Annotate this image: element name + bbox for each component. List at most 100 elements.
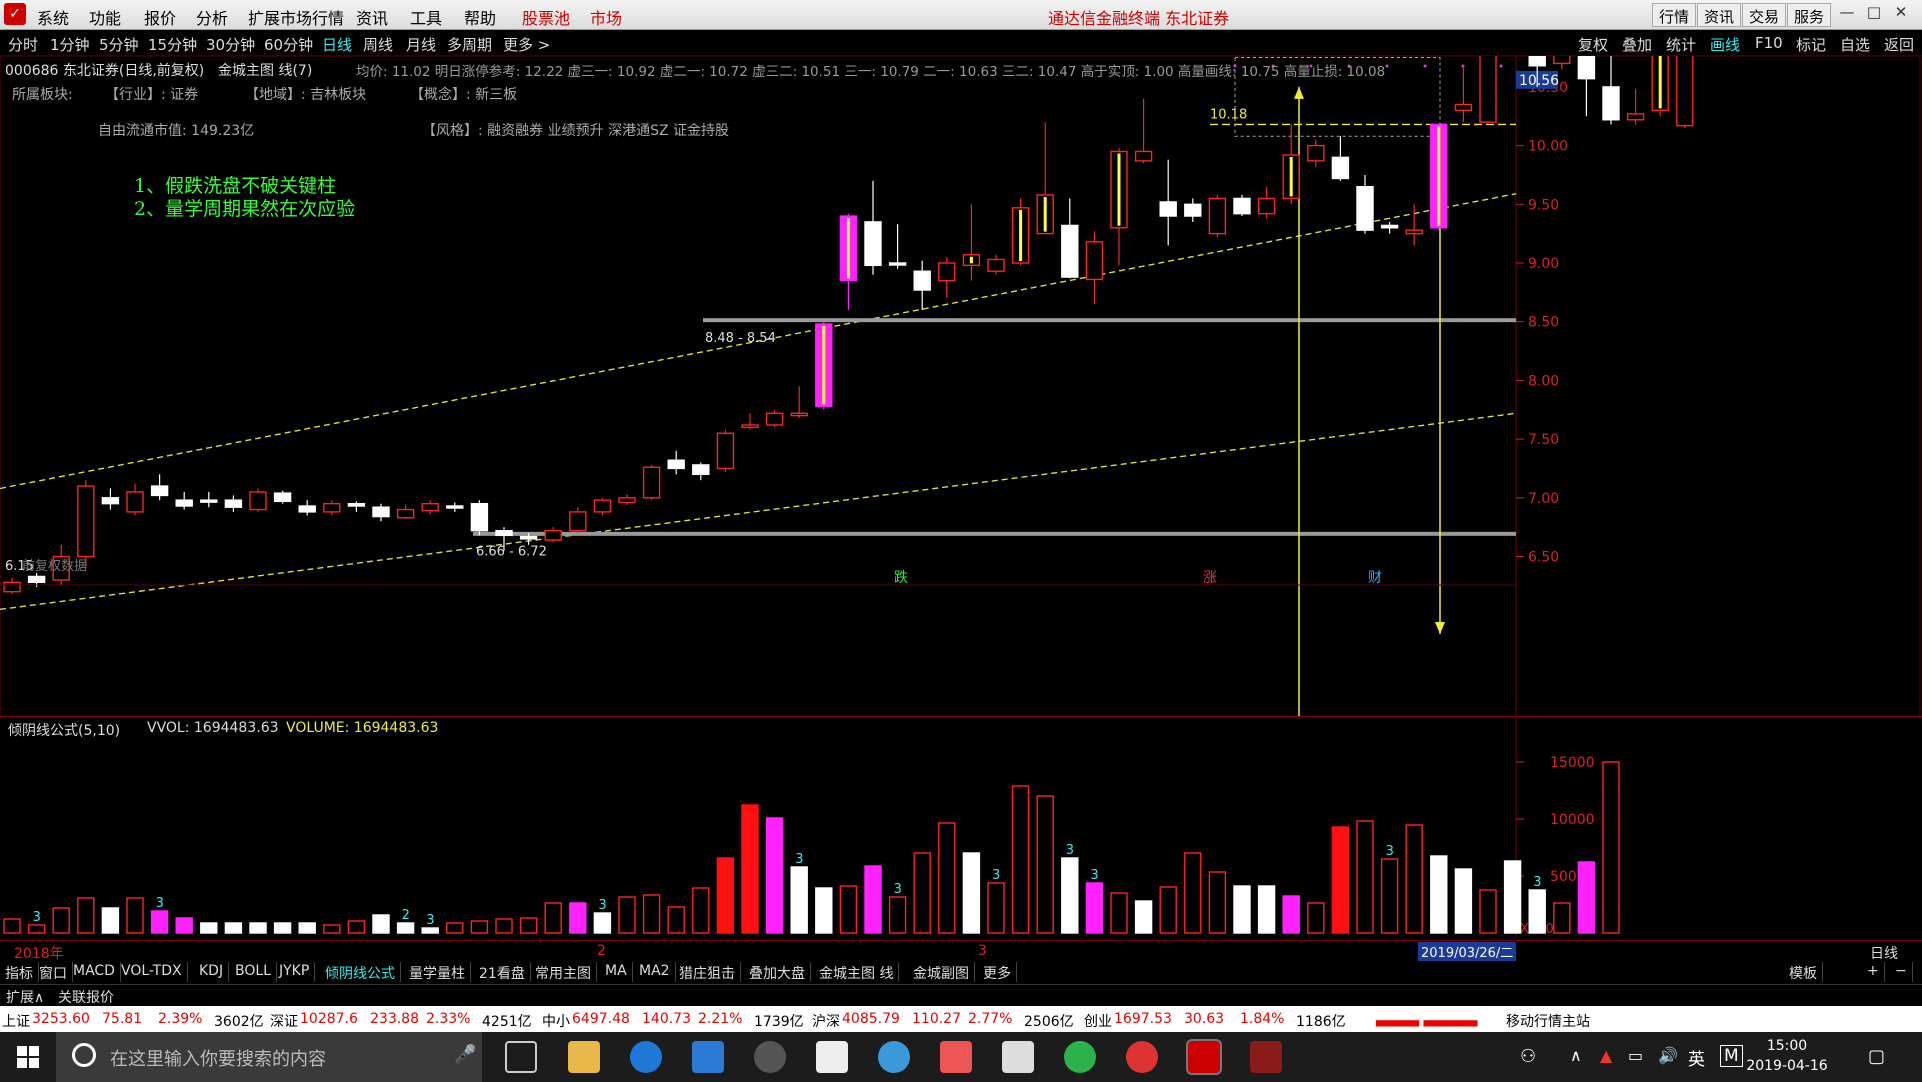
price-chart[interactable]: 11.0010.5010.009.509.008.508.007.507.006… (0, 56, 1922, 716)
index-4-field-0[interactable]: 创业 (1084, 1011, 1112, 1031)
btn-service[interactable]: 服务 (1787, 3, 1832, 27)
btn-quotes[interactable]: 行情 (1652, 3, 1697, 27)
tray-up-icon[interactable]: ∧ (1570, 1046, 1582, 1065)
price-tick-label: 9.50 (1528, 197, 1559, 213)
candle-body (1257, 197, 1276, 215)
battery-icon[interactable]: ▭ (1628, 1046, 1643, 1065)
zoom-out-icon[interactable]: − (1890, 962, 1913, 982)
btn-f10[interactable]: F10 (1755, 34, 1783, 52)
divider (0, 716, 1922, 717)
windows-start-icon[interactable] (17, 1046, 39, 1068)
maximize-icon[interactable]: □ (1861, 3, 1887, 27)
volume-icon[interactable]: 🔊 (1658, 1046, 1678, 1065)
app-icon-1[interactable] (754, 1041, 786, 1073)
menu-system[interactable]: 系统 (37, 5, 69, 29)
tab-6[interactable]: JYKP (274, 962, 316, 982)
btn-trade[interactable]: 交易 (1742, 3, 1787, 27)
tab-16[interactable]: 金城副图 (908, 962, 975, 982)
tab-9[interactable]: 21看盘 (474, 962, 531, 982)
tab-5[interactable]: BOLL (230, 962, 277, 982)
volume-mark: 3 (33, 910, 41, 925)
tab-4[interactable]: KDJ (194, 962, 230, 982)
expand-button[interactable]: 扩展∧ (6, 987, 44, 1007)
period-multi[interactable]: 多周期 (447, 34, 492, 55)
period-weekly[interactable]: 周线 (363, 34, 393, 55)
index-0-field-0[interactable]: 上证 (2, 1011, 30, 1031)
cloud-icon[interactable] (878, 1041, 910, 1073)
volume-bar (495, 918, 513, 934)
menu-function[interactable]: 功能 (89, 5, 121, 29)
notification-icon[interactable]: ▢ (1868, 1046, 1885, 1067)
task-view-icon[interactable] (505, 1041, 537, 1073)
index-2-field-0[interactable]: 中小 (542, 1011, 570, 1031)
menu-info[interactable]: 资讯 (356, 5, 388, 29)
menu-help[interactable]: 帮助 (464, 5, 496, 29)
clock[interactable]: 15:00 2019-04-16 (1742, 1036, 1832, 1076)
period-60min[interactable]: 60分钟 (264, 34, 313, 55)
tdx-app-icon[interactable] (1186, 1039, 1222, 1075)
index-1-field-1: 10287.6 (300, 1011, 358, 1027)
image-app-icon[interactable] (940, 1041, 972, 1073)
sector-label: 所属板块: (12, 87, 73, 103)
btn-watchlist[interactable]: 自选 (1840, 34, 1870, 55)
file-explorer-icon[interactable] (568, 1041, 600, 1073)
menu-market[interactable]: 市场 (590, 5, 622, 29)
tab-10[interactable]: 常用主图 (530, 962, 597, 982)
mail-icon[interactable] (816, 1041, 848, 1073)
volume-chart[interactable]: 15000100005000X100 332333333333 (0, 718, 1922, 938)
tab-7[interactable]: 倾阴线公式 (320, 962, 401, 982)
btn-overlay[interactable]: 叠加 (1622, 34, 1652, 55)
calculator-icon[interactable] (1002, 1041, 1034, 1073)
candle-body (77, 485, 95, 558)
btn-news[interactable]: 资讯 (1697, 3, 1742, 27)
taskbar-search[interactable]: 在这里输入你要搜索的内容 🎤 (56, 1032, 482, 1082)
btn-draw[interactable]: 画线 (1710, 34, 1740, 55)
menu-tools[interactable]: 工具 (410, 5, 442, 29)
store-icon[interactable] (692, 1041, 724, 1073)
tab-2[interactable]: MACD (68, 962, 121, 982)
menu-stock-pool[interactable]: 股票池 (522, 5, 570, 29)
tray-app-icon[interactable]: ▲ (1600, 1046, 1612, 1065)
period-1min[interactable]: 1分钟 (50, 34, 90, 55)
indicator-name[interactable]: 金城主图 线(7) (218, 60, 312, 80)
ime-mode-icon[interactable]: M (1720, 1045, 1743, 1067)
menu-quote[interactable]: 报价 (144, 5, 176, 29)
template-button[interactable]: 模板 (1784, 962, 1823, 982)
btn-restore-rights[interactable]: 复权 (1578, 34, 1608, 55)
tab-17[interactable]: 更多 (978, 962, 1017, 982)
btn-stats[interactable]: 统计 (1666, 34, 1696, 55)
zoom-in-icon[interactable]: + (1862, 962, 1885, 982)
tab-11[interactable]: MA (600, 962, 633, 982)
app-icon-3[interactable] (1250, 1041, 1282, 1073)
period-fenshi[interactable]: 分时 (8, 34, 38, 55)
tab-8[interactable]: 量学量柱 (404, 962, 471, 982)
edge-browser-icon[interactable] (630, 1041, 662, 1073)
tab-15[interactable]: 金城主图 线 (814, 962, 900, 982)
period-5min[interactable]: 5分钟 (99, 34, 139, 55)
btn-mark[interactable]: 标记 (1796, 34, 1826, 55)
period-15min[interactable]: 15分钟 (148, 34, 197, 55)
period-monthly[interactable]: 月线 (406, 34, 436, 55)
minimize-icon[interactable]: — (1834, 3, 1860, 27)
related-quotes-button[interactable]: 关联报价 (58, 987, 114, 1007)
wechat-icon[interactable] (1064, 1041, 1096, 1073)
microphone-icon[interactable]: 🎤 (454, 1044, 476, 1065)
people-icon[interactable]: ⚇ (1520, 1046, 1536, 1067)
btn-back[interactable]: 返回 (1884, 34, 1914, 55)
app-icon-2[interactable] (1126, 1041, 1158, 1073)
volume-bar (1233, 885, 1251, 934)
index-1-field-0[interactable]: 深证 (270, 1011, 298, 1031)
ime-indicator[interactable]: 英 (1688, 1045, 1705, 1070)
close-icon[interactable]: ✕ (1888, 3, 1914, 27)
tab-12[interactable]: MA2 (634, 962, 676, 982)
tab-3[interactable]: VOL-TDX (116, 962, 188, 982)
period-30min[interactable]: 30分钟 (206, 34, 255, 55)
tab-13[interactable]: 猎庄狙击 (674, 962, 741, 982)
period-more[interactable]: 更多 > (503, 34, 550, 55)
mobile-site-label[interactable]: 移动行情主站 (1506, 1011, 1590, 1031)
period-daily[interactable]: 日线 (322, 34, 352, 55)
tab-14[interactable]: 叠加大盘 (744, 962, 811, 982)
index-3-field-0[interactable]: 沪深 (812, 1011, 840, 1031)
menu-analysis[interactable]: 分析 (196, 5, 228, 29)
menu-ext-market[interactable]: 扩展市场行情 (248, 5, 344, 29)
